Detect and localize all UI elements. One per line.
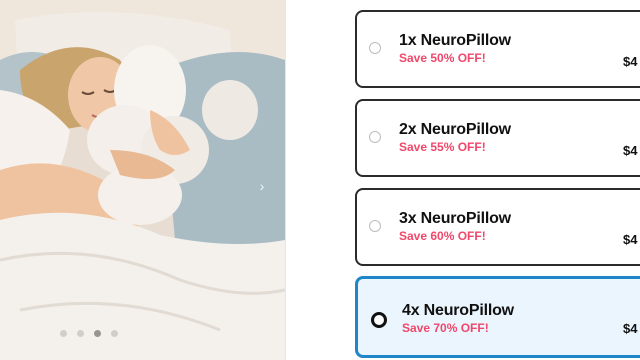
chevron-right-icon[interactable]: › [255, 178, 269, 194]
carousel-dot[interactable] [60, 330, 67, 337]
divider [285, 0, 286, 360]
radio-button[interactable] [369, 220, 381, 232]
offer-discount: Save 70% OFF! [402, 321, 489, 335]
offer-price: $4 [623, 321, 638, 336]
offer-title: 1x NeuroPillow [399, 32, 511, 49]
radio-button-selected[interactable] [371, 312, 387, 328]
offer-title: 4x NeuroPillow [402, 302, 514, 319]
carousel-dot[interactable] [77, 330, 84, 337]
offer-price: $4 [623, 232, 638, 247]
product-photo [0, 0, 285, 360]
carousel-dot-active[interactable] [94, 330, 101, 337]
offer-discount: Save 55% OFF! [399, 140, 486, 154]
offer-option-3x[interactable]: 3x NeuroPillow Save 60% OFF! $4 [355, 188, 640, 266]
offer-title: 3x NeuroPillow [399, 210, 511, 227]
offer-price: $4 [623, 54, 638, 69]
offer-price: $4 [623, 143, 638, 158]
product-image-gallery[interactable]: › [0, 0, 285, 360]
offer-option-2x[interactable]: 2x NeuroPillow Save 55% OFF! $4 [355, 99, 640, 177]
offer-discount: Save 50% OFF! [399, 51, 486, 65]
radio-button[interactable] [369, 42, 381, 54]
offer-title: 2x NeuroPillow [399, 121, 511, 138]
offer-discount: Save 60% OFF! [399, 229, 486, 243]
carousel-dot[interactable] [111, 330, 118, 337]
offer-option-1x[interactable]: 1x NeuroPillow Save 50% OFF! $4 [355, 10, 640, 88]
offer-option-4x[interactable]: 4x NeuroPillow Save 70% OFF! $4 [355, 276, 640, 358]
carousel-dots [60, 330, 118, 337]
radio-button[interactable] [369, 131, 381, 143]
